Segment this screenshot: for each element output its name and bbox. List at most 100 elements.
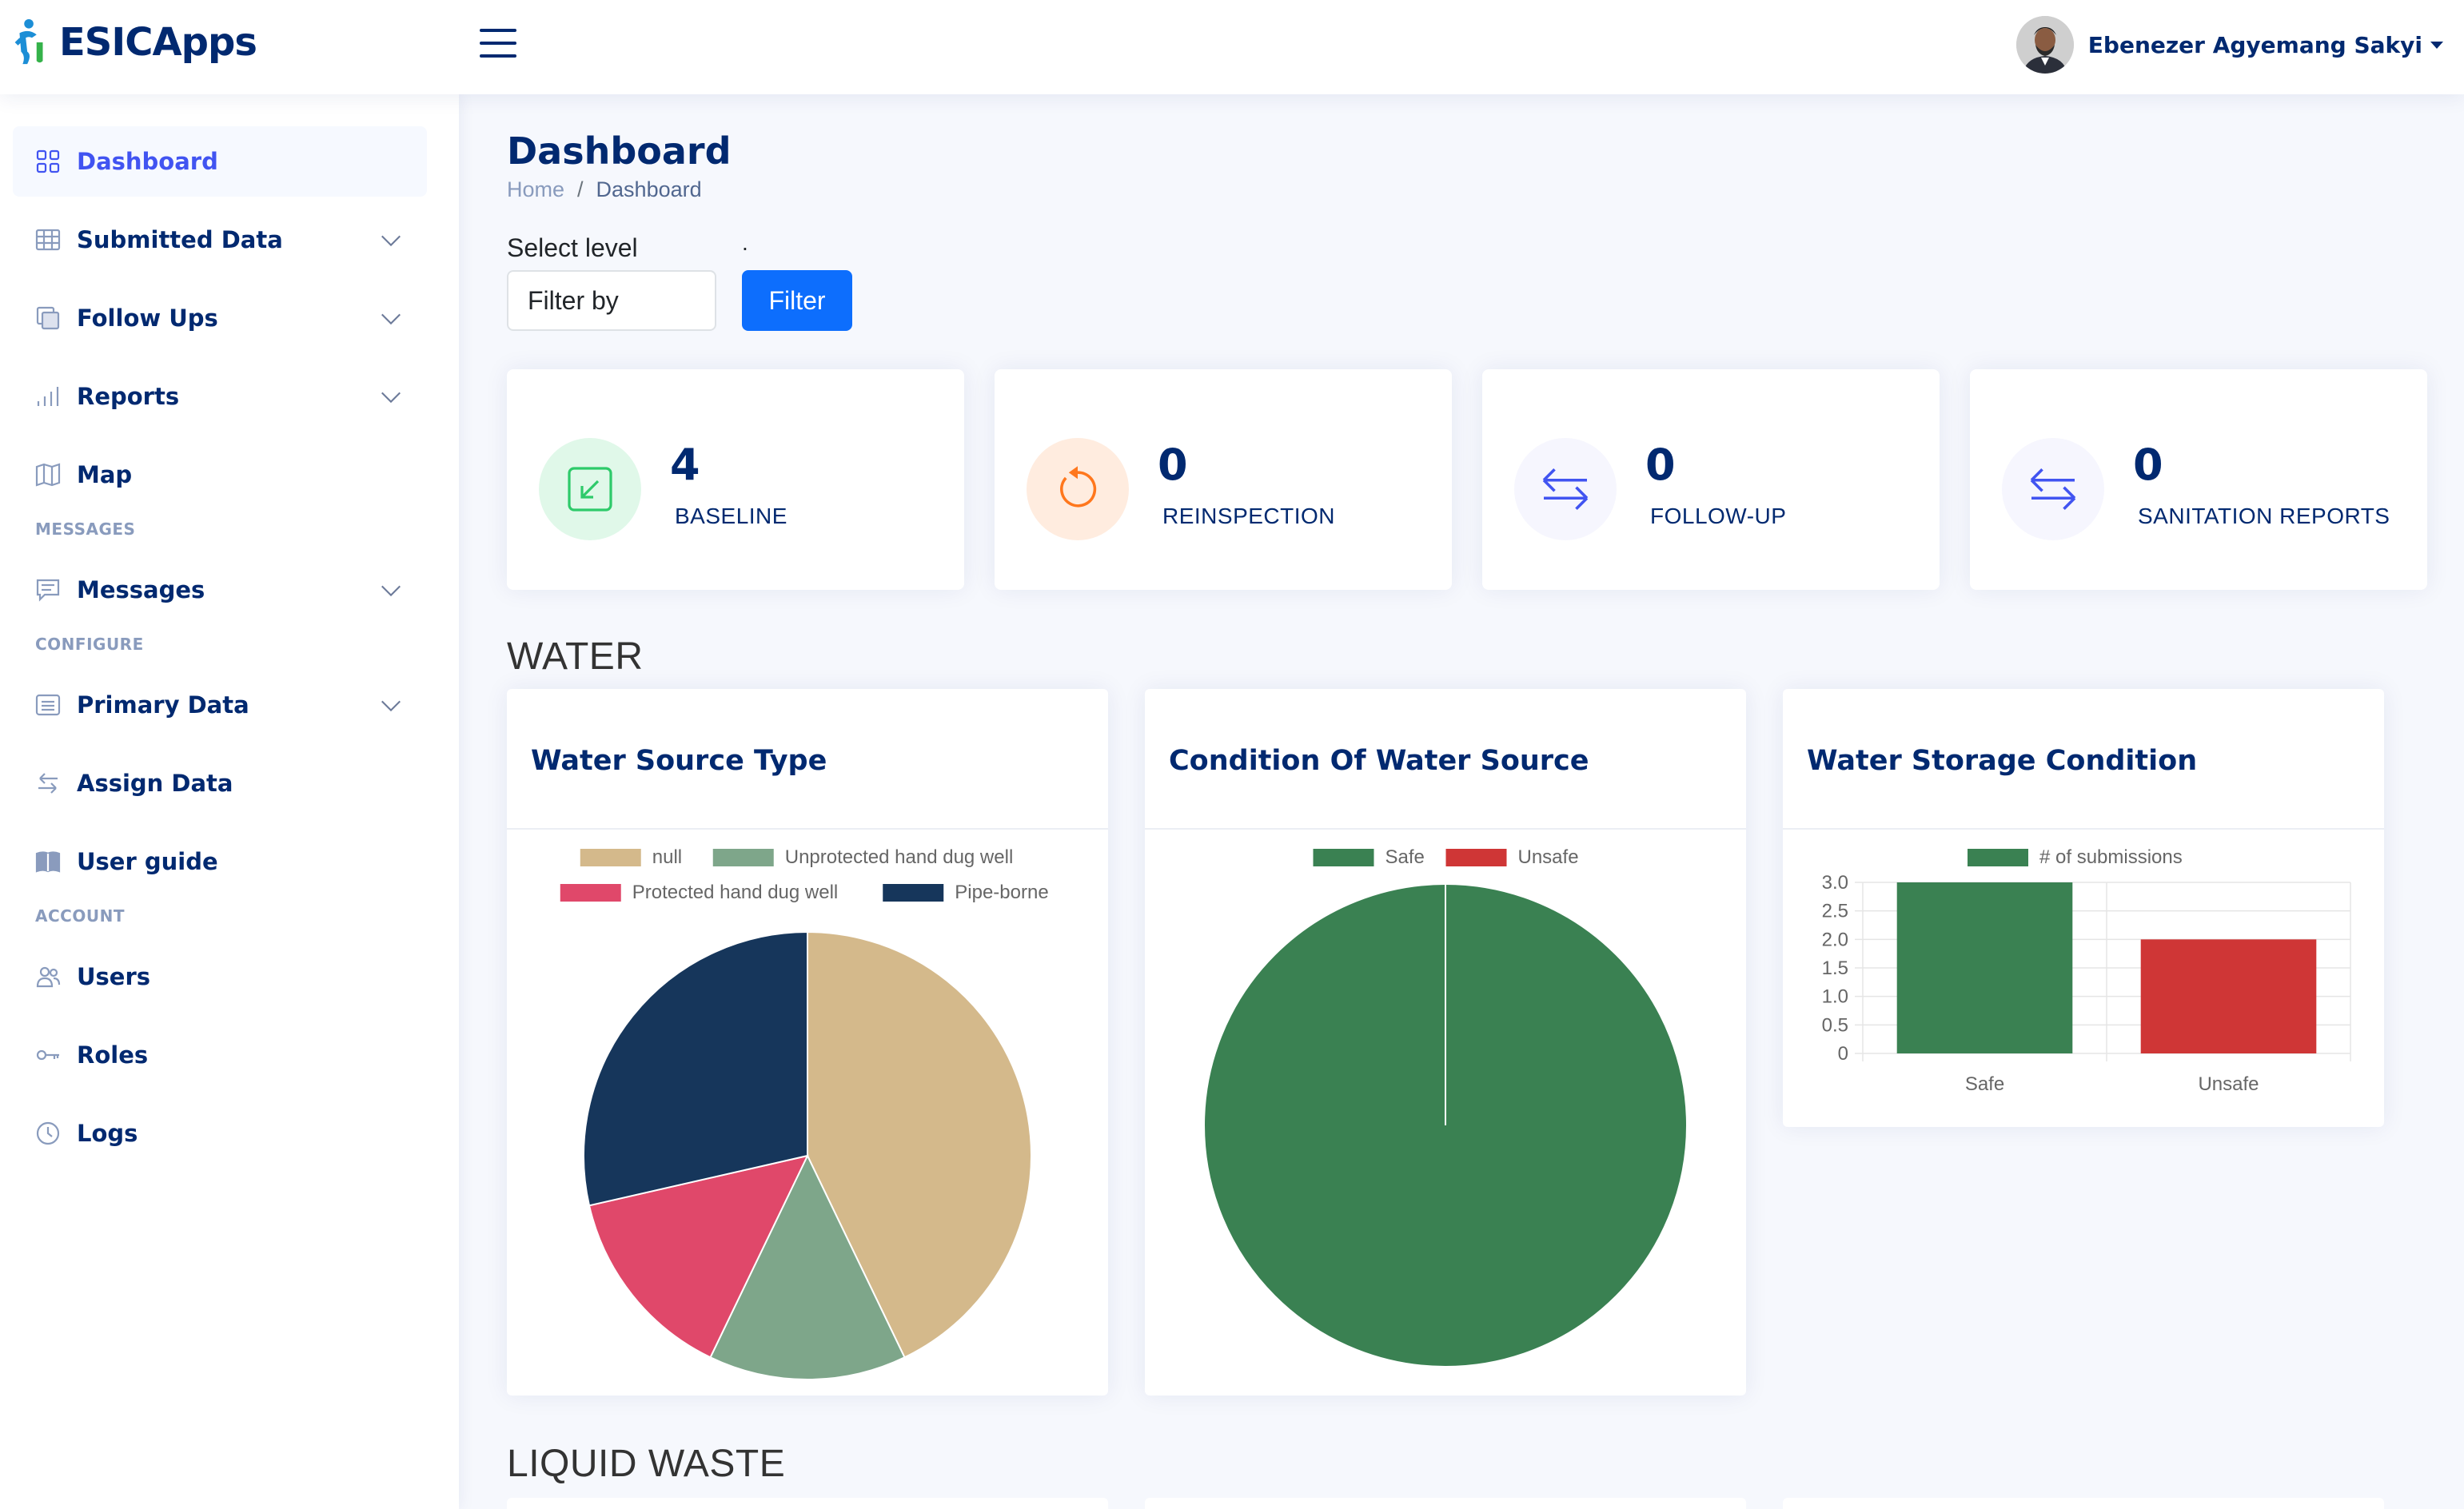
legend-label[interactable]: null: [652, 846, 682, 868]
sidebar-heading-messages: MESSAGES: [35, 520, 136, 539]
sidebar-item-label: Follow Ups: [77, 305, 218, 332]
page-title: Dashboard: [507, 129, 732, 173]
filter-label: Select level: [507, 233, 638, 262]
section-water-title: WATER: [507, 635, 644, 678]
bar-chart-icon: [34, 382, 62, 411]
bar-unsafe[interactable]: [2140, 939, 2317, 1053]
menu-toggle-icon[interactable]: [480, 29, 516, 61]
stat-label: FOLLOW-UP: [1650, 504, 1787, 528]
legend-swatch[interactable]: [1313, 849, 1374, 866]
sidebar-item-assign-data[interactable]: Assign Data: [13, 748, 427, 818]
y-tick-label: 2.5: [1822, 901, 1848, 922]
y-tick-label: 0: [1838, 1043, 1848, 1065]
x-tick-label: Safe: [1965, 1073, 2004, 1095]
water-storage-condition-card: Water Storage Condition # of submissions…: [1783, 689, 2384, 1127]
app-logo[interactable]: ESICApps: [10, 18, 257, 67]
chart-title: Water Source Type: [507, 689, 1108, 830]
y-tick-label: 1.0: [1822, 986, 1848, 1008]
sidebar-item-label: Users: [77, 963, 151, 990]
legend-label[interactable]: Safe: [1386, 846, 1425, 868]
rotate-icon: [1027, 438, 1129, 540]
filter-dot-label: .: [742, 230, 748, 255]
chart-title: Condition Of Water Source: [1145, 689, 1746, 830]
stat-value: 0: [1158, 440, 1188, 490]
stat-card-follow-up: 0 FOLLOW-UP: [1482, 369, 1940, 590]
sidebar: Dashboard Submitted Data Follow Ups Reports…: [0, 94, 459, 1509]
legend-label[interactable]: Pipe-borne: [955, 882, 1048, 903]
breadcrumb-separator: /: [577, 177, 584, 201]
sidebar-item-label: Map: [77, 461, 133, 488]
chevron-down-icon: [2430, 41, 2443, 49]
sidebar-item-label: Assign Data: [77, 770, 233, 797]
section-liquid-waste-title: LIQUID WASTE: [507, 1443, 786, 1485]
sidebar-item-submitted-data[interactable]: Submitted Data: [13, 205, 427, 275]
legend-swatch[interactable]: [1968, 849, 2028, 866]
sidebar-item-user-guide[interactable]: User guide: [13, 826, 427, 897]
chart-title: Water Storage Condition: [1783, 689, 2384, 830]
arrow-down-left-icon: [539, 438, 641, 540]
condition-water-source-card: Condition Of Water Source Safe Unsafe: [1145, 689, 1746, 1396]
water-source-type-chart: null Unprotected hand dug well Protected h…: [560, 846, 1049, 1380]
chevron-down-icon: [379, 385, 403, 409]
liquid-waste-card: [1783, 1498, 2384, 1509]
app-name: ESICApps: [59, 20, 257, 65]
sidebar-item-label: Logs: [77, 1120, 138, 1147]
map-icon: [34, 460, 62, 489]
sidebar-item-roles[interactable]: Roles: [13, 1020, 427, 1090]
filter-button[interactable]: Filter: [742, 270, 852, 331]
stat-value: 0: [1645, 440, 1676, 490]
legend-label[interactable]: Protected hand dug well: [632, 882, 839, 903]
legend-swatch[interactable]: [1445, 849, 1507, 866]
sidebar-item-reports[interactable]: Reports: [13, 361, 427, 432]
logo-icon: [14, 18, 43, 65]
y-tick-label: 3.0: [1822, 872, 1848, 894]
legend-label[interactable]: # of submissions: [2039, 846, 2183, 868]
sidebar-item-label: Reports: [77, 383, 180, 410]
legend-swatch[interactable]: [712, 849, 774, 866]
stat-label: REINSPECTION: [1162, 504, 1336, 528]
legend-swatch[interactable]: [580, 849, 641, 866]
legend-swatch[interactable]: [560, 884, 621, 902]
legend-swatch[interactable]: [883, 884, 944, 902]
y-tick-label: 0.5: [1822, 1014, 1848, 1036]
sidebar-heading-configure: CONFIGURE: [35, 635, 144, 654]
breadcrumb-home-link[interactable]: Home: [507, 177, 564, 202]
stat-label: BASELINE: [675, 504, 787, 528]
y-tick-label: 2.0: [1822, 929, 1848, 950]
stat-card-baseline: 4 BASELINE: [507, 369, 964, 590]
top-header: ESICApps Ebenezer Agyemang Sakyi: [0, 0, 2464, 94]
user-name: Ebenezer Agyemang Sakyi: [2087, 31, 2422, 58]
chevron-down-icon: [379, 229, 403, 253]
liquid-waste-card: [1145, 1498, 1746, 1509]
condition-water-source-chart: Safe Unsafe: [1203, 846, 1688, 1368]
stat-card-sanitation-reports: 0 SANITATION REPORTS: [1970, 369, 2427, 590]
users-icon: [34, 962, 62, 991]
main-content: Dashboard Home / Dashboard Select level …: [459, 94, 2464, 1509]
clock-icon: [34, 1119, 62, 1148]
arrows-icon: [34, 769, 62, 798]
grid-icon: [34, 147, 62, 176]
chevron-down-icon: [379, 579, 403, 603]
sidebar-item-label: Submitted Data: [77, 226, 283, 253]
sidebar-item-primary-data[interactable]: Primary Data: [13, 670, 427, 740]
level-select[interactable]: Filter by: [507, 270, 716, 331]
sidebar-heading-account: ACCOUNT: [35, 906, 125, 926]
x-tick-label: Unsafe: [2198, 1073, 2259, 1095]
legend-label[interactable]: Unprotected hand dug well: [785, 846, 1014, 868]
sidebar-item-map[interactable]: Map: [13, 440, 427, 510]
sidebar-item-messages[interactable]: Messages: [13, 555, 427, 625]
sidebar-item-logs[interactable]: Logs: [13, 1098, 427, 1169]
stat-card-reinspection: 0 REINSPECTION: [995, 369, 1452, 590]
book-icon: [34, 847, 62, 876]
water-storage-condition-chart: # of submissions 3.0 2.5 2.0 1.5 1.0 0.5 0 Safe U…: [1822, 846, 2351, 1095]
user-profile-dropdown[interactable]: Ebenezer Agyemang Sakyi: [2015, 16, 2443, 74]
sidebar-item-dashboard[interactable]: Dashboard: [13, 126, 427, 197]
swap-arrows-icon: [1514, 438, 1617, 540]
sidebar-item-follow-ups[interactable]: Follow Ups: [13, 283, 427, 353]
legend-label[interactable]: Unsafe: [1518, 846, 1579, 868]
key-icon: [34, 1041, 62, 1069]
sidebar-item-label: User guide: [77, 848, 218, 875]
sidebar-item-users[interactable]: Users: [13, 942, 427, 1012]
bar-safe[interactable]: [1896, 882, 2073, 1053]
breadcrumb: Home / Dashboard: [507, 177, 702, 202]
